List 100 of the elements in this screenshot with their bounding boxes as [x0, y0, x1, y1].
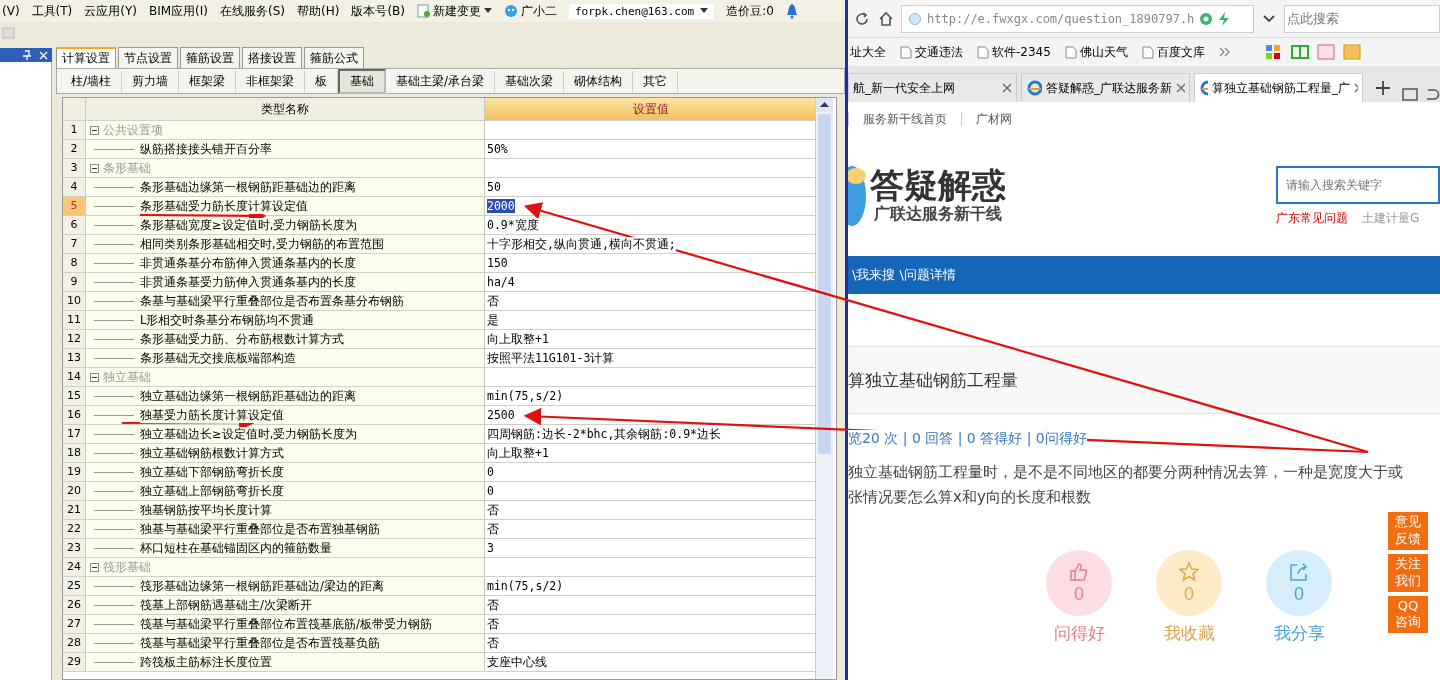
setting-value[interactable]: 否: [487, 616, 499, 632]
row-number: 16: [63, 406, 86, 424]
setting-value[interactable]: ha/4: [487, 275, 515, 289]
menu-item[interactable]: 云应用(Y): [84, 2, 137, 20]
column-header: 类型名称: [86, 98, 485, 120]
setting-value[interactable]: min(75,s/2): [487, 389, 564, 403]
row-number: 5: [63, 197, 86, 215]
row-number: 12: [63, 330, 86, 348]
category-tab[interactable]: 基础次梁: [495, 70, 565, 92]
setting-value[interactable]: 0.9*宽度: [487, 217, 539, 233]
lightning-icon[interactable]: [1218, 11, 1231, 26]
settings-tab[interactable]: 箍筋公式: [304, 47, 364, 68]
row-number: 18: [63, 444, 86, 462]
setting-value[interactable]: min(75,s/2): [487, 579, 564, 593]
setting-value[interactable]: 向上取整+1: [487, 331, 549, 347]
site-link[interactable]: 广材网: [976, 110, 1012, 128]
setting-name: 筏基上部钢筋遇基础主/次梁断开: [140, 597, 312, 613]
setting-value[interactable]: 0: [487, 484, 494, 498]
menu-item[interactable]: 工具(T): [31, 2, 73, 20]
menu-item[interactable]: 在线服务(S): [220, 2, 285, 20]
setting-value[interactable]: 四周钢筋:边长-2*bhc,其余钢筋:0.9*边长: [487, 426, 721, 442]
category-tab[interactable]: 其它: [633, 70, 679, 92]
settings-tab[interactable]: 箍筋设置: [180, 47, 240, 68]
browser-tab[interactable]: 答疑解惑_广联达服务新: [1021, 73, 1191, 102]
collapse-icon[interactable]: [90, 372, 99, 382]
bookmark-link[interactable]: 百度文库: [1141, 43, 1205, 61]
menu-item[interactable]: 帮助(H): [297, 2, 340, 20]
close-icon[interactable]: [1176, 83, 1186, 93]
tab-list-icon[interactable]: [1402, 86, 1420, 102]
category-tab[interactable]: 砌体结构: [564, 70, 634, 92]
hot-link[interactable]: 广东常见问题: [1276, 209, 1348, 227]
category-tab[interactable]: 基础主梁/承台梁: [386, 70, 496, 92]
bookmark-link[interactable]: 交通违法: [900, 43, 963, 61]
account-dropdown[interactable]: forpk.chen@163.com: [569, 3, 715, 19]
close-icon[interactable]: [1002, 83, 1013, 93]
question-title: 算独立基础钢筋工程量: [848, 368, 1018, 392]
setting-name: 杯口短柱在基础锚固区内的箍筋数量: [140, 540, 332, 556]
setting-value[interactable]: 50%: [487, 142, 508, 156]
url-text: http://e.fwxgx.com/question_1890797.h: [927, 11, 1195, 26]
site-search-field[interactable]: 请输入搜索关键字: [1276, 165, 1440, 204]
setting-value[interactable]: 否: [487, 502, 499, 518]
bookmark-link[interactable]: 佛山天气: [1064, 43, 1128, 61]
setting-value[interactable]: 2000: [487, 199, 515, 213]
shield-icon[interactable]: [1199, 11, 1214, 26]
pin-icon[interactable]: [23, 50, 31, 60]
chevron-down-icon[interactable]: [1262, 13, 1276, 24]
row-number: 9: [63, 273, 86, 291]
setting-value[interactable]: 否: [487, 293, 499, 309]
search-field[interactable]: 点此搜索: [1284, 4, 1440, 33]
close-icon[interactable]: [1353, 83, 1359, 93]
plus-icon[interactable]: [1375, 80, 1391, 96]
assistant-button[interactable]: 广小二: [504, 2, 557, 20]
setting-value[interactable]: 50: [487, 180, 501, 194]
row-number: 2: [63, 140, 86, 158]
category-tab[interactable]: 剪力墙: [122, 70, 180, 92]
settings-tab[interactable]: 计算设置: [56, 47, 116, 68]
group-name: 筏形基础: [103, 559, 151, 575]
collapse-icon[interactable]: [90, 562, 99, 572]
browser-tab[interactable]: 算独立基础钢筋工程量_广: [1194, 73, 1364, 102]
settings-tab[interactable]: 节点设置: [118, 47, 178, 68]
site-link[interactable]: 服务新干线首页: [863, 110, 947, 128]
scrollbar[interactable]: [815, 98, 833, 679]
new-change-button[interactable]: 新建变更: [417, 2, 492, 20]
home-icon[interactable]: [877, 10, 894, 27]
more-icon[interactable]: [1218, 47, 1231, 57]
question-text: 独立基础钢筋工程量时，是不是不同地区的都要分两种情况去算，一种是宽度大于或: [848, 462, 1404, 483]
apps-icon[interactable]: [1264, 44, 1283, 60]
setting-value[interactable]: 向上取整+1: [487, 445, 549, 461]
category-tab[interactable]: 基础: [338, 68, 387, 94]
menu-item[interactable]: 版本号(B): [351, 2, 405, 20]
group-name: 独立基础: [103, 369, 151, 385]
setting-value[interactable]: 按照平法11G101-3计算: [487, 350, 615, 366]
setting-value[interactable]: 0: [487, 465, 494, 479]
reload-icon[interactable]: [854, 10, 870, 27]
category-tab[interactable]: 框架梁: [179, 70, 237, 92]
setting-value[interactable]: 十字形相交,纵向贯通,横向不贯通;: [487, 236, 676, 252]
setting-name: 条形基础受力筋长度计算设定值: [140, 198, 308, 214]
bell-icon[interactable]: [785, 3, 798, 19]
setting-value[interactable]: 否: [487, 521, 499, 537]
setting-value[interactable]: 3: [487, 541, 494, 555]
collapse-icon[interactable]: [90, 163, 99, 173]
setting-value[interactable]: 是: [487, 312, 499, 328]
setting-value[interactable]: 否: [487, 635, 499, 651]
bookmark-link[interactable]: 址大全: [850, 43, 886, 61]
category-tab[interactable]: 非框架梁: [236, 70, 306, 92]
browser-tab[interactable]: 航_新一代安全上网: [848, 73, 1018, 102]
category-tab[interactable]: 柱/墙柱: [61, 70, 123, 92]
collapse-icon[interactable]: [90, 125, 99, 135]
thumbs-up-icon: [1069, 561, 1089, 582]
setting-value[interactable]: 2500: [487, 408, 515, 422]
share-icon: [1289, 561, 1309, 582]
setting-name: 相同类别条形基础相交时,受力钢筋的布置范围: [140, 236, 384, 252]
menu-item[interactable]: (V): [2, 4, 20, 18]
menu-item[interactable]: BIM应用(I): [149, 2, 208, 20]
bookmark-link[interactable]: 软件-2345: [977, 43, 1051, 61]
settings-tab[interactable]: 搭接设置: [242, 47, 302, 68]
setting-value[interactable]: 否: [487, 597, 499, 613]
address-field[interactable]: http://e.fwxgx.com/question_1890797.h: [901, 4, 1255, 33]
setting-value[interactable]: 支座中心线: [487, 654, 547, 670]
setting-value[interactable]: 150: [487, 256, 508, 270]
